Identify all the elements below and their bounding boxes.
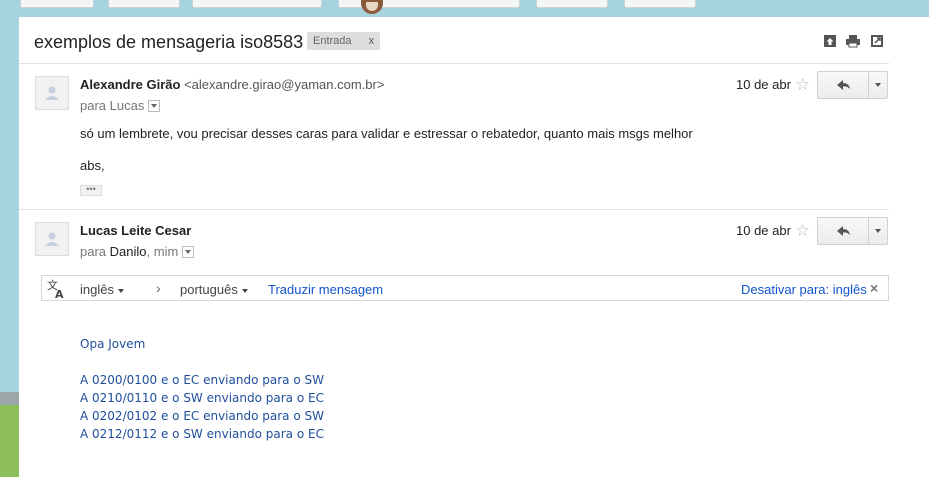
reply-arrow-icon [837,80,850,90]
person-icon [45,86,59,100]
message-body-line: só um lembrete, vou precisar desses cara… [80,126,693,141]
recipients-names: Danilo [109,244,147,259]
more-options-button[interactable] [868,72,888,98]
top-toolbar-tab[interactable] [108,0,180,8]
translate-message-link[interactable]: Traduzir mensagem [268,282,383,297]
top-toolbar-tab[interactable] [624,0,696,8]
sender-name[interactable]: Lucas Leite Cesar [80,223,191,238]
translate-icon: 文 A [47,279,64,299]
avatar[interactable] [35,76,69,110]
theme-mascot-image [357,0,387,18]
reply-button-group [817,71,888,99]
source-language-select[interactable]: inglês [80,282,124,297]
thread-subject: exemplos de mensageria iso8583 [34,32,304,52]
label-chip-text: Entrada [313,35,352,47]
recipients-line: para Danilo, mim [80,244,195,259]
target-language-select[interactable]: português [180,282,248,297]
close-icon[interactable]: × [870,280,878,296]
disable-translation-link[interactable]: Desativar para: inglês [741,282,867,297]
translate-bar: 文 A inglês › português Traduzir mensagem… [41,275,889,301]
chevron-right-icon: › [156,280,161,296]
more-options-button[interactable] [868,218,888,244]
reply-arrow-icon [837,226,850,236]
message-body-line: A 0200/0100 e o EC enviando para o SW [80,373,324,387]
star-icon[interactable]: ☆ [795,222,810,239]
top-toolbar-tab[interactable] [192,0,322,8]
sender-name[interactable]: Alexandre Girão [80,77,180,92]
message-date: 10 de abr [736,77,791,92]
avatar[interactable] [35,222,69,256]
top-toolbar-tab[interactable] [536,0,608,8]
recipients-prefix: para [80,244,107,259]
reply-button[interactable] [818,218,869,244]
sender-email: <alexandre.girao@yaman.com.br> [184,77,385,92]
sender-line[interactable]: Lucas Leite Cesar [80,223,191,238]
star-icon[interactable]: ☆ [795,76,810,93]
label-chip-entrada[interactable]: Entrada x [307,32,381,50]
conversation-panel: exemplos de mensageria iso8583 Entrada x [19,17,929,477]
message-body-line: Opa Jovem [80,337,146,351]
remove-label-button[interactable]: x [369,35,375,47]
reply-button[interactable] [818,72,869,98]
message-item: Lucas Leite Cesar para Danilo, mim 10 de… [19,210,909,477]
message-item: Alexandre Girão <alexandre.girao@yaman.c… [19,64,909,209]
show-details-button[interactable] [148,99,161,112]
message-body-line: A 0210/0110 e o SW enviando para o EC [80,391,324,405]
recipients-prefix: para [80,98,107,113]
message-body-line: A 0202/0102 e o EC enviando para o SW [80,409,324,423]
message-body-line: abs, [80,158,105,173]
message-date: 10 de abr [736,223,791,238]
reply-button-group [817,217,888,245]
svg-text:A: A [55,288,64,299]
person-icon [45,232,59,246]
subject-header: exemplos de mensageria iso8583 Entrada x [19,17,909,63]
new-window-icon[interactable] [870,34,884,48]
archive-icon[interactable] [823,34,837,48]
sender-line[interactable]: Alexandre Girão <alexandre.girao@yaman.c… [80,77,384,92]
message-body-line: A 0212/0112 e o SW enviando para o EC [80,427,324,441]
recipients-line: para Lucas [80,98,161,113]
recipients-names: Lucas [109,98,145,113]
print-icon[interactable] [846,34,860,48]
show-trimmed-content-button[interactable]: ••• [80,185,102,196]
top-toolbar-tab[interactable] [20,0,94,8]
show-details-button[interactable] [182,245,195,258]
recipients-me: , mim [146,244,179,259]
